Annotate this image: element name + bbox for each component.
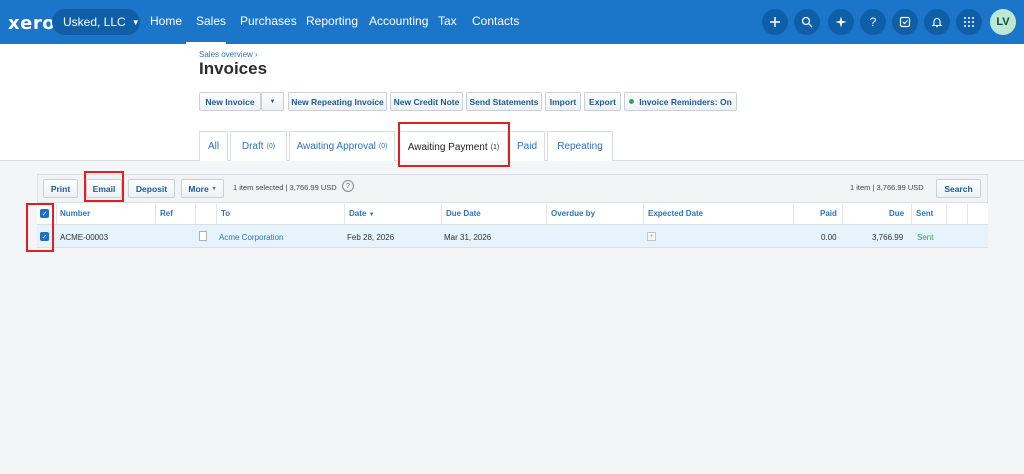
nav-active-indicator — [186, 42, 226, 44]
new-repeating-invoice-button[interactable]: New Repeating Invoice — [288, 92, 387, 111]
chevron-down-icon: ▼ — [269, 98, 276, 105]
sort-desc-icon: ▼ — [368, 212, 375, 218]
nav-sales[interactable]: Sales — [196, 14, 226, 28]
tab-count: (0) — [378, 143, 388, 150]
invoice-due-date: Mar 31, 2026 — [444, 233, 492, 242]
column-sent[interactable]: Sent — [916, 209, 933, 218]
export-button[interactable]: Export — [584, 92, 621, 111]
column-due-date[interactable]: Due Date — [446, 209, 481, 218]
invoice-reminders-button[interactable]: Invoice Reminders: On — [624, 92, 737, 111]
search-button[interactable]: Search — [936, 179, 981, 198]
item-count-summary: 1 item | 3,766.99 USD — [850, 183, 924, 192]
column-divider — [946, 204, 947, 225]
column-due[interactable]: Due — [889, 209, 904, 218]
help-icon[interactable]: ? — [860, 9, 886, 35]
organization-switcher[interactable]: Usked, LLC ▼ — [52, 9, 140, 35]
tab-count: (0) — [266, 143, 276, 150]
selection-summary: 1 item selected | 3,766.99 USD — [233, 183, 337, 192]
column-divider — [344, 204, 345, 225]
sparkle-icon[interactable] — [828, 9, 854, 35]
tab-label: Awaiting Approval — [296, 141, 376, 152]
tab-label: Draft — [241, 141, 264, 152]
column-divider — [842, 204, 843, 225]
tab-awaiting-approval[interactable]: Awaiting Approval (0) — [289, 131, 395, 161]
nav-home[interactable]: Home — [150, 14, 182, 28]
column-overdue-by[interactable]: Overdue by — [551, 209, 595, 218]
expected-date-icon[interactable]: + — [647, 232, 656, 241]
xero-logo[interactable]: xero — [8, 13, 55, 34]
column-expected-date[interactable]: Expected Date — [648, 209, 703, 218]
column-paid[interactable]: Paid — [820, 209, 837, 218]
page-title: Invoices — [199, 59, 268, 78]
invoice-due-amount: 3,766.99 — [872, 233, 904, 242]
new-invoice-dropdown[interactable]: ▼ — [261, 92, 284, 111]
table-header — [37, 204, 988, 225]
column-number[interactable]: Number — [60, 209, 90, 218]
import-button[interactable]: Import — [545, 92, 581, 111]
breadcrumb[interactable]: Sales overview › — [199, 50, 258, 59]
invoice-contact-link[interactable]: Acme Corporation — [219, 233, 283, 242]
column-divider — [216, 204, 217, 225]
bell-icon[interactable] — [924, 9, 950, 35]
apps-grid-icon[interactable] — [956, 9, 982, 35]
status-dot-icon — [629, 99, 635, 104]
plus-icon[interactable] — [762, 9, 788, 35]
nav-tax[interactable]: Tax — [438, 14, 457, 28]
highlight-email-button — [84, 171, 124, 202]
search-icon[interactable] — [794, 9, 820, 35]
table-row[interactable] — [37, 225, 988, 248]
notes-icon[interactable] — [892, 9, 918, 35]
tab-label: Paid — [516, 141, 537, 152]
chevron-down-icon: ▼ — [131, 17, 140, 27]
document-icon[interactable] — [199, 231, 207, 241]
tab-paid[interactable]: Paid — [509, 131, 545, 161]
column-divider — [643, 204, 644, 225]
tab-label: All — [207, 141, 220, 152]
chevron-down-icon: ▼ — [211, 185, 217, 192]
nav-purchases[interactable]: Purchases — [240, 14, 297, 28]
column-divider — [911, 204, 912, 225]
invoice-paid: 0.00 — [821, 233, 837, 242]
table-toolbar — [37, 174, 988, 203]
send-statements-button[interactable]: Send Statements — [466, 92, 542, 111]
column-ref[interactable]: Ref — [160, 209, 173, 218]
nav-contacts[interactable]: Contacts — [472, 14, 519, 28]
nav-reporting[interactable]: Reporting — [306, 14, 358, 28]
organization-name: Usked, LLC — [63, 15, 126, 29]
column-divider — [441, 204, 442, 225]
column-divider — [793, 204, 794, 225]
column-divider — [155, 204, 156, 225]
highlight-checkboxes — [26, 203, 54, 252]
invoice-reminders-label: Invoice Reminders: On — [639, 96, 732, 107]
top-nav-bar: xero Usked, LLC ▼ Home Sales Purchases R… — [0, 0, 1024, 44]
column-to[interactable]: To — [221, 209, 230, 218]
tab-draft[interactable]: Draft (0) — [230, 131, 287, 161]
column-date-label: Date — [349, 209, 367, 218]
column-date[interactable]: Date ▼ — [349, 209, 375, 218]
tab-repeating[interactable]: Repeating — [547, 131, 613, 161]
column-divider — [546, 204, 547, 225]
new-invoice-button[interactable]: New Invoice — [199, 92, 261, 111]
help-icon[interactable]: ? — [342, 180, 354, 192]
column-divider — [56, 204, 57, 225]
tab-label: Repeating — [557, 141, 603, 152]
deposit-button[interactable]: Deposit — [128, 179, 175, 198]
tab-all[interactable]: All — [199, 131, 228, 161]
column-divider — [967, 204, 968, 225]
more-button[interactable]: More ▼ — [181, 179, 224, 198]
invoice-sent-status: Sent — [917, 233, 934, 242]
more-label: More — [188, 183, 209, 194]
column-divider — [195, 204, 196, 225]
invoice-date: Feb 28, 2026 — [347, 233, 395, 242]
print-button[interactable]: Print — [43, 179, 78, 198]
user-avatar[interactable]: LV — [990, 9, 1016, 35]
nav-accounting[interactable]: Accounting — [369, 14, 428, 28]
highlight-awaiting-payment-tab — [398, 122, 510, 167]
new-credit-note-button[interactable]: New Credit Note — [390, 92, 463, 111]
invoice-number[interactable]: ACME-00003 — [60, 233, 108, 242]
